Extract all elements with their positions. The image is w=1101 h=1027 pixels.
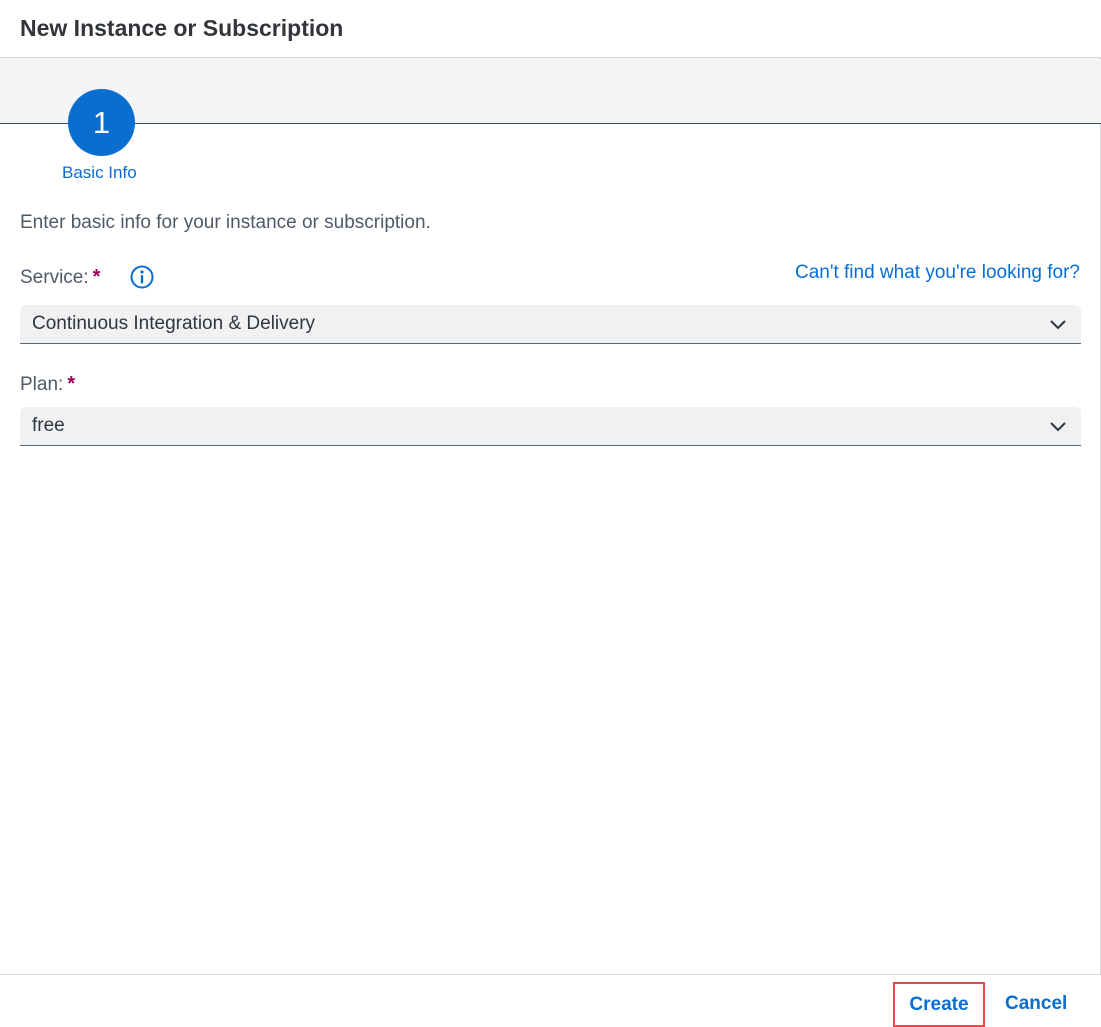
service-required-marker: * (92, 266, 101, 288)
cancel-button[interactable]: Cancel (1005, 993, 1067, 1015)
dialog-header: New Instance or Subscription (0, 0, 1101, 58)
plan-label-text: Plan: (20, 373, 64, 395)
service-label: Service: * (20, 266, 100, 289)
plan-label: Plan: * (20, 373, 75, 396)
chevron-down-icon (1050, 422, 1066, 432)
wizard-progress-line (0, 123, 1101, 124)
form-intro-text: Enter basic info for your instance or su… (20, 212, 431, 233)
plan-select-value: free (32, 415, 65, 436)
service-label-text: Service: (20, 266, 89, 288)
new-instance-dialog: New Instance or Subscription 1 Basic Inf… (0, 0, 1101, 1027)
info-icon[interactable] (129, 264, 155, 290)
wizard-bar (0, 59, 1101, 123)
dialog-title: New Instance or Subscription (20, 15, 344, 41)
wizard-step-1[interactable]: 1 (68, 89, 135, 156)
service-select[interactable]: Continuous Integration & Delivery (20, 305, 1081, 344)
create-button[interactable]: Create (893, 982, 985, 1027)
service-select-value: Continuous Integration & Delivery (32, 313, 316, 334)
plan-select[interactable]: free (20, 407, 1081, 446)
wizard-step-label[interactable]: Basic Info (62, 163, 137, 183)
cant-find-link[interactable]: Can't find what you're looking for? (795, 262, 1080, 284)
dialog-footer: Create Cancel (0, 974, 1101, 1027)
plan-required-marker: * (67, 373, 76, 395)
chevron-down-icon (1050, 320, 1066, 330)
